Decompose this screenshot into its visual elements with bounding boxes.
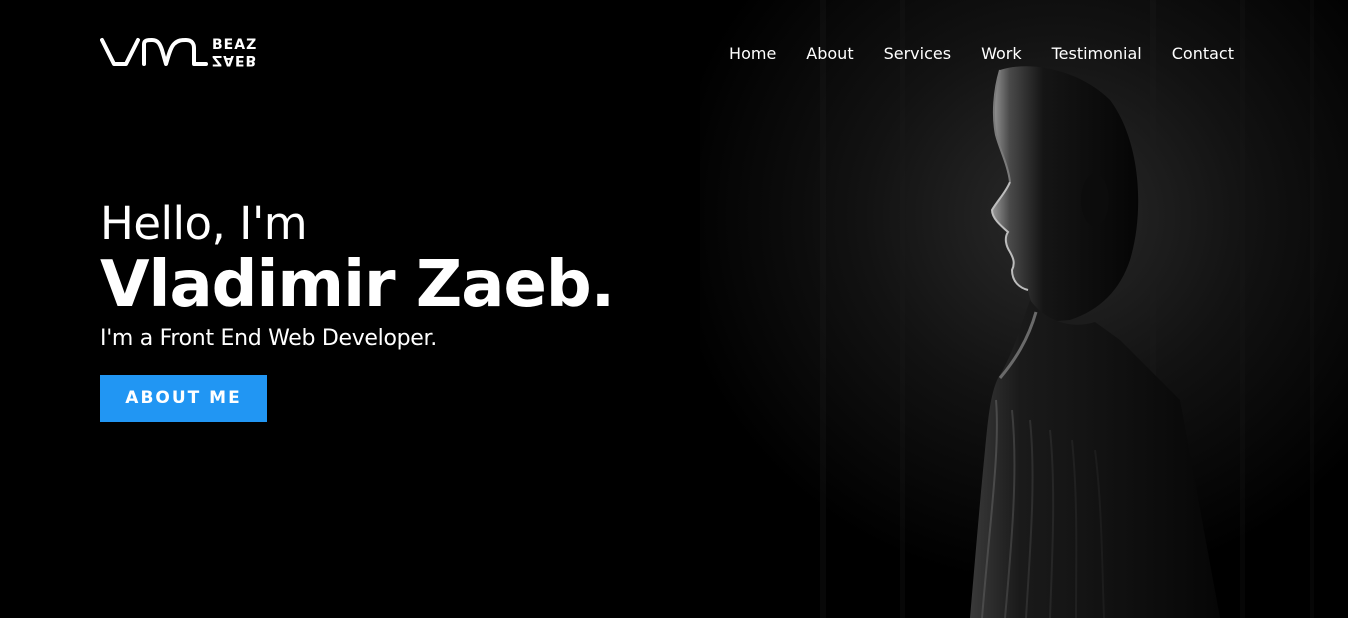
nav-item-about[interactable]: About xyxy=(806,44,853,64)
logo-text-bottom: ZAEB xyxy=(212,52,258,68)
hero-greeting: Hello, I'm xyxy=(100,197,308,250)
logo-text-top: BEAZ xyxy=(212,37,258,53)
nav-item-services[interactable]: Services xyxy=(884,44,951,64)
nav-item-testimonial[interactable]: Testimonial xyxy=(1052,44,1142,64)
hero-name: Vladimir Zaeb. xyxy=(100,248,615,322)
nav-item-home[interactable]: Home xyxy=(729,44,776,64)
nav-item-contact[interactable]: Contact xyxy=(1172,44,1234,64)
hero-section: Hello, I'm Vladimir Zaeb. I'm a Front En… xyxy=(100,196,720,422)
site-header: BEAZ ZAEB Home About Services Work Testi… xyxy=(0,0,1348,108)
hero-role: I'm a Front End Web Developer. xyxy=(100,326,437,351)
site-logo[interactable]: BEAZ ZAEB xyxy=(100,36,310,72)
vm-monogram-logo-icon xyxy=(100,38,208,66)
nav-item-work[interactable]: Work xyxy=(981,44,1022,64)
main-navigation: Home About Services Work Testimonial Con… xyxy=(729,44,1234,64)
about-me-button[interactable]: ABOUT ME xyxy=(100,375,267,422)
